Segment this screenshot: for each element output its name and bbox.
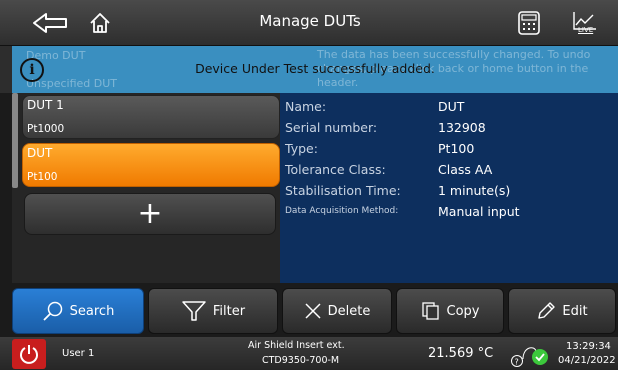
pencil-icon [538,302,556,319]
search-label: Search [69,303,115,319]
header-bar: Manage DUTs LIVE [0,0,618,46]
filter-button[interactable]: Filter [148,288,278,334]
delete-label: Delete [327,303,371,319]
action-toolbar: Search Filter Delete Copy Edit [0,283,618,337]
detail-key: Name: [285,99,327,114]
detail-key: Stabilisation Time: [285,183,401,198]
detail-value: 1 minute(s) [438,183,511,198]
copy-label: Copy [446,303,480,319]
banner-message: Device Under Test successfully added. [195,61,435,76]
copy-icon [421,302,439,320]
detail-key: Type: [285,141,318,156]
detail-value: Manual input [438,204,520,219]
help-status-icon: ? [511,347,548,367]
ghost-right-line-3: header. [317,76,359,89]
home-button[interactable] [82,6,118,40]
connection-status[interactable]: ? [510,341,550,369]
banner-left-edge [0,46,12,93]
status-bar: User 1 Air Shield Insert ext. CTD9350-70… [0,337,618,370]
ghost-right-line-1: The data has been successfully changed. … [317,48,591,61]
svg-text:?: ? [515,358,519,367]
detail-value: 132908 [438,120,486,135]
home-icon [90,13,110,33]
detail-key: Serial number: [285,120,378,135]
edit-label: Edit [562,303,588,319]
dut-name: DUT 1 [27,98,64,112]
calculator-icon [518,11,540,35]
user-label: User 1 [62,348,95,359]
close-icon [305,303,321,319]
back-arrow-icon [33,13,67,33]
temperature-readout: 21.569 °C [428,346,494,361]
notification-banner: Demo DUT Unspecified DUT The data has be… [12,46,618,93]
filter-label: Filter [212,303,246,319]
live-label: LIVE [578,26,594,34]
search-button[interactable]: Search [12,288,144,334]
list-scrollbar[interactable] [12,93,18,188]
clock-time: 13:29:34 [566,341,611,352]
list-item-dut-1[interactable]: DUT 1 Pt1000 [22,95,280,139]
copy-button[interactable]: Copy [396,288,504,334]
dut-details-panel: Name: DUT Serial number: 132908 Type: Pt… [280,93,618,283]
page-title: Manage DUTs [259,12,361,30]
delete-button[interactable]: Delete [282,288,392,334]
dut-name: DUT [27,146,53,160]
search-icon [43,301,62,321]
device-line-2: CTD9350-700-M [262,355,340,366]
edit-button[interactable]: Edit [508,288,616,334]
power-button[interactable] [12,339,46,369]
device-line-1: Air Shield Insert ext. [248,340,345,351]
calculator-button[interactable] [511,6,547,40]
live-button[interactable]: LIVE [567,6,603,40]
detail-key: Tolerance Class: [285,162,386,177]
filter-icon [182,301,206,321]
detail-value: DUT [438,99,465,114]
detail-value: Pt100 [438,141,475,156]
detail-key: Data Acquisition Method: [285,206,399,216]
clock-date: 04/21/2022 [558,355,616,366]
plus-icon: + [137,196,163,231]
add-dut-button[interactable]: + [24,193,276,235]
power-icon [20,345,38,364]
list-item-dut-selected[interactable]: DUT Pt100 [22,143,280,187]
dut-sensor: Pt100 [27,171,58,183]
detail-value: Class AA [438,162,493,177]
dut-sensor: Pt1000 [27,123,65,135]
back-button[interactable] [30,6,70,40]
